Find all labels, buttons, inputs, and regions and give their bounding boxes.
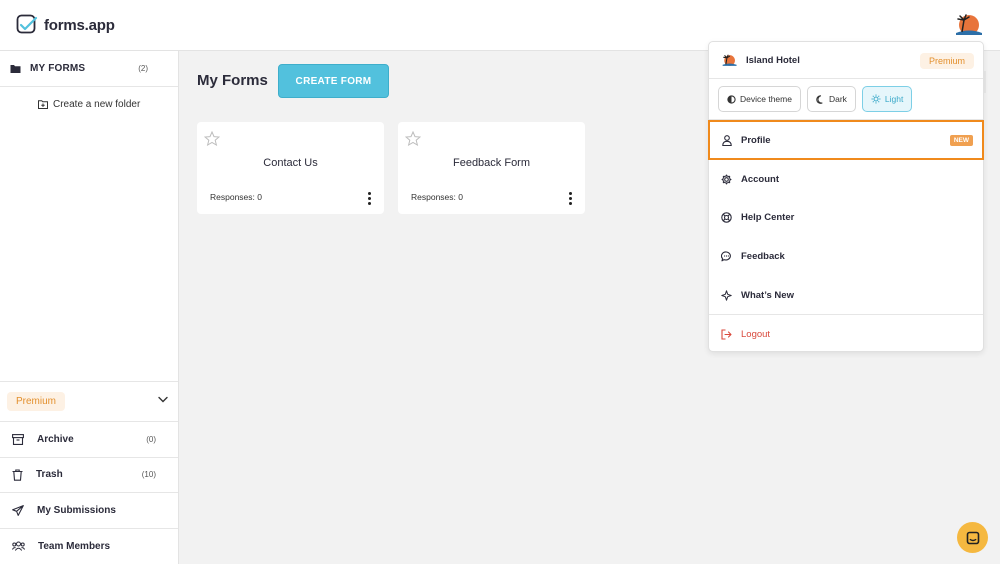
sidebar: MY FORMS (2) Create a new folder Premium… [0, 51, 179, 564]
chat-bubble-icon [721, 251, 731, 262]
user-menu-header: Island Hotel Premium [709, 42, 983, 79]
logo-text: forms.app [44, 16, 115, 34]
form-name: Feedback Form [452, 157, 531, 169]
sidebar-item-count: (0) [146, 434, 156, 444]
theme-label: Light [884, 94, 904, 104]
archive-icon [12, 433, 24, 445]
more-options-icon[interactable] [569, 192, 573, 205]
menu-item-label: Profile [741, 134, 771, 146]
sidebar-item-team-members[interactable]: Team Members [0, 529, 178, 564]
team-icon [12, 541, 25, 552]
theme-light-button[interactable]: Light [861, 86, 913, 112]
premium-section[interactable]: Premium [0, 381, 178, 422]
user-avatar-icon [722, 54, 737, 66]
premium-badge: Premium [7, 392, 66, 411]
form-responses: Responses: 0 [210, 192, 262, 202]
moon-icon [816, 94, 823, 104]
folder-plus-icon [38, 100, 48, 109]
user-avatar-icon[interactable] [950, 11, 982, 39]
menu-item-profile[interactable]: Profile NEW [708, 120, 984, 160]
chat-icon [966, 531, 979, 544]
menu-item-logout[interactable]: Logout [709, 315, 983, 354]
app-logo[interactable]: forms.app [16, 14, 115, 36]
folder-icon [10, 64, 21, 73]
sidebar-item-my-submissions[interactable]: My Submissions [0, 493, 178, 529]
sidebar-item-label: Trash [36, 469, 63, 481]
page-title: My Forms [197, 72, 268, 89]
create-form-button[interactable]: CREATE FORM [278, 64, 389, 98]
sidebar-item-archive[interactable]: Archive (0) [0, 422, 178, 458]
star-icon[interactable] [204, 131, 220, 146]
theme-label: Device theme [740, 94, 792, 104]
theme-label: Dark [828, 94, 847, 104]
star-icon[interactable] [405, 131, 421, 146]
menu-item-help-center[interactable]: Help Center [709, 199, 983, 238]
trash-icon [12, 469, 23, 481]
create-folder-label: Create a new folder [53, 99, 141, 110]
logout-icon [721, 329, 732, 340]
menu-item-label: What’s New [741, 289, 794, 301]
menu-item-label: Account [741, 173, 779, 185]
menu-item-label: Logout [741, 329, 771, 341]
sidebar-item-trash[interactable]: Trash (10) [0, 458, 178, 493]
my-forms-label: MY FORMS [30, 63, 86, 74]
chevron-down-icon[interactable] [158, 396, 168, 403]
sidebar-item-label: Archive [37, 433, 74, 445]
menu-item-label: Help Center [741, 212, 795, 224]
menu-item-whats-new[interactable]: What’s New [709, 276, 983, 315]
user-icon [722, 134, 732, 146]
form-responses: Responses: 0 [411, 192, 463, 202]
lifebuoy-icon [721, 212, 732, 224]
sidebar-item-count: (10) [141, 470, 156, 480]
more-options-icon[interactable] [368, 192, 372, 205]
form-card-contact-us[interactable]: Contact Us Responses: 0 [197, 122, 384, 214]
user-name: Island Hotel [746, 54, 800, 66]
half-circle-icon [727, 94, 736, 104]
sidebar-bottom: Premium Archive (0) Trash (10) My Submis… [0, 381, 178, 564]
form-card-feedback-form[interactable]: Feedback Form Responses: 0 [398, 122, 585, 214]
sun-icon [871, 94, 881, 104]
create-folder-button[interactable]: Create a new folder [0, 87, 178, 110]
sidebar-item-label: Team Members [38, 540, 111, 552]
form-name: Contact Us [263, 157, 318, 169]
sidebar-my-forms[interactable]: MY FORMS (2) [0, 51, 178, 87]
sidebar-item-label: My Submissions [37, 504, 116, 516]
theme-selector: Device theme Dark Light [709, 79, 983, 120]
theme-dark-button[interactable]: Dark [806, 86, 856, 112]
my-forms-count: (2) [138, 64, 148, 73]
plan-badge: Premium [919, 53, 974, 69]
theme-device-button[interactable]: Device theme [718, 86, 801, 112]
sparkle-icon [721, 289, 732, 301]
menu-item-label: Feedback [741, 250, 785, 262]
paper-plane-icon [12, 504, 24, 516]
menu-item-account[interactable]: Account [709, 160, 983, 199]
chat-launcher-button[interactable] [957, 522, 988, 553]
gear-icon [721, 174, 732, 185]
menu-item-feedback[interactable]: Feedback [709, 237, 983, 276]
new-badge: NEW [949, 135, 973, 146]
forms-app-logo-icon [16, 14, 38, 34]
user-menu-dropdown: Island Hotel Premium Device theme Dark L… [708, 41, 984, 352]
